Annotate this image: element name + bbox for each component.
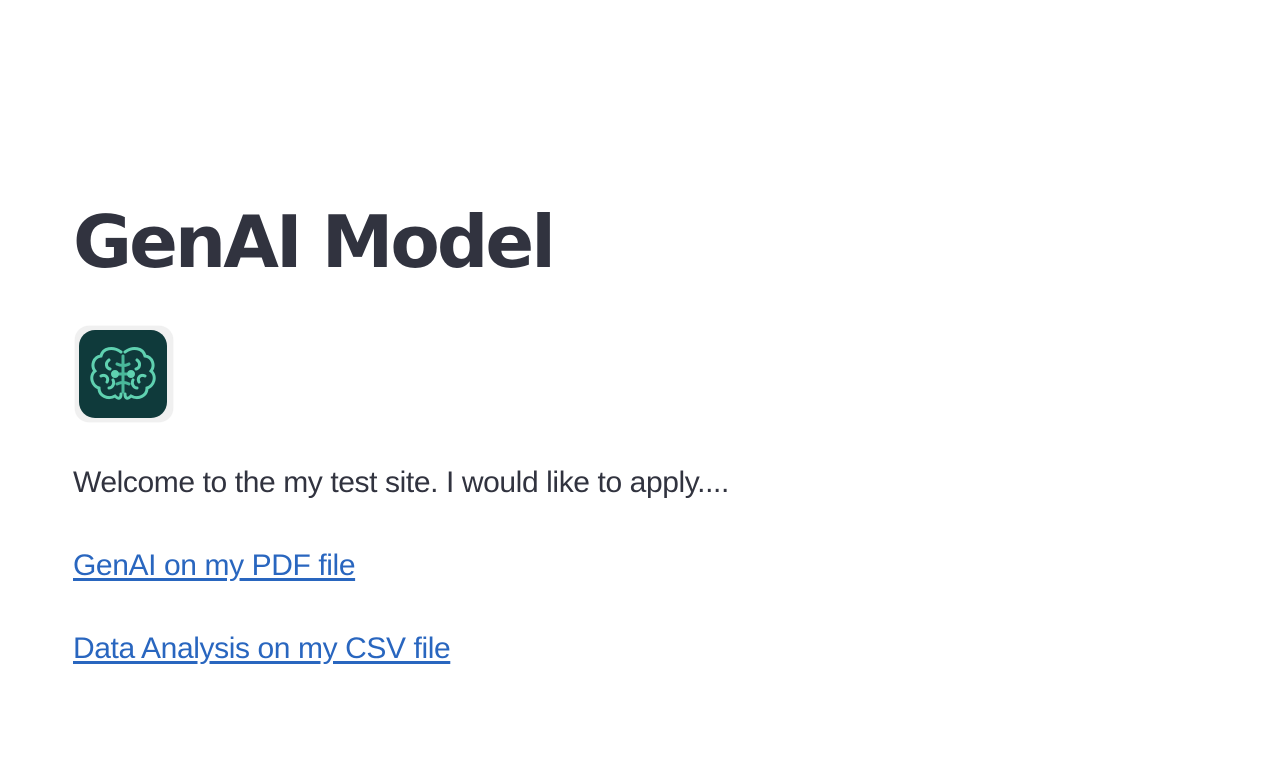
app-logo xyxy=(79,330,167,418)
genai-pdf-link[interactable]: GenAI on my PDF file xyxy=(73,547,356,585)
brain-icon xyxy=(90,347,156,400)
data-analysis-csv-link[interactable]: Data Analysis on my CSV file xyxy=(73,630,451,668)
welcome-text: Welcome to the my test site. I would lik… xyxy=(73,466,729,499)
logo-frame xyxy=(75,326,173,422)
page-title: GenAI Model xyxy=(73,200,556,284)
